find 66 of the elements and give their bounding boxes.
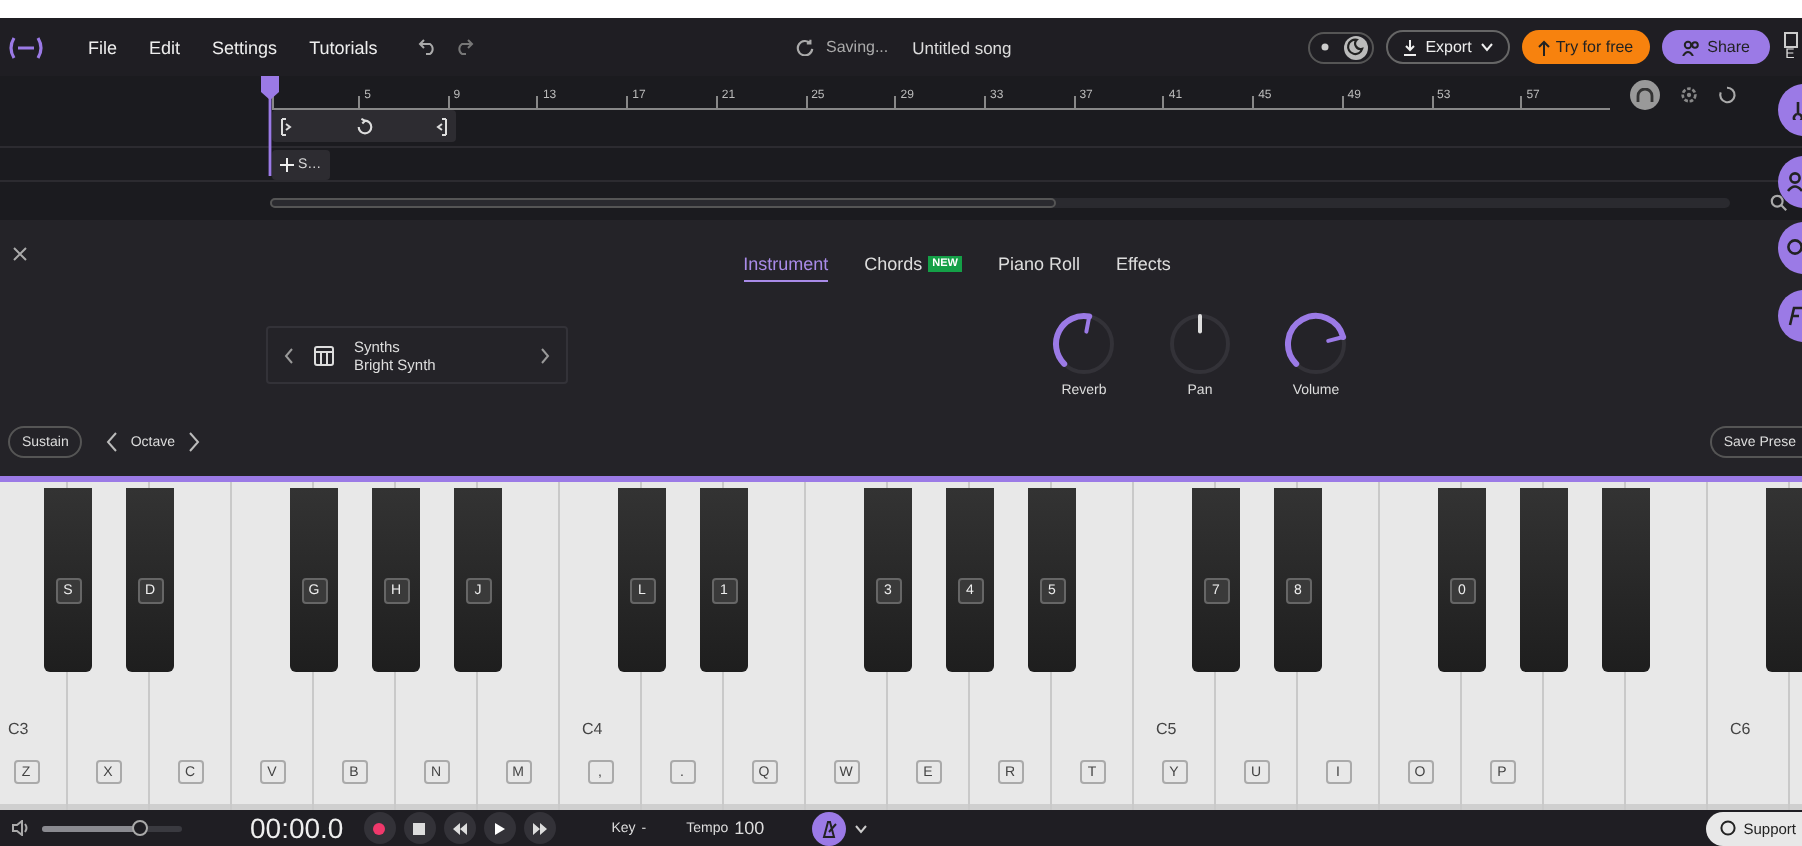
note-label: C5 xyxy=(1156,720,1177,738)
time-display: 00:00.0 xyxy=(250,812,344,844)
people-icon xyxy=(1681,39,1700,55)
export-button[interactable]: Export xyxy=(1385,30,1510,64)
logo-icon[interactable] xyxy=(8,35,44,59)
chevron-left-icon[interactable] xyxy=(106,432,119,452)
loop-end-icon[interactable] xyxy=(436,117,448,135)
metronome-icon xyxy=(820,819,839,837)
chevron-left-icon[interactable] xyxy=(284,347,294,363)
tab[interactable]: Instrument xyxy=(743,254,829,282)
sync-icon xyxy=(796,38,814,56)
note-label: C4 xyxy=(582,720,603,738)
stop-icon xyxy=(412,821,427,835)
try-for-free-button[interactable]: Try for free xyxy=(1521,30,1650,64)
rewind-button[interactable] xyxy=(443,812,476,844)
sun-icon[interactable] xyxy=(1318,40,1333,54)
headphones-icon[interactable] xyxy=(1630,80,1660,110)
menu-item[interactable]: Settings xyxy=(196,37,294,57)
stop-button[interactable] xyxy=(403,812,436,844)
loop-icon[interactable] xyxy=(1718,86,1736,104)
metronome-button[interactable] xyxy=(812,811,847,845)
undo-icon[interactable] xyxy=(417,38,438,56)
loop-region[interactable] xyxy=(272,110,456,142)
panel-icon[interactable] xyxy=(1783,32,1797,48)
plus-icon xyxy=(280,157,294,171)
scrollbar[interactable] xyxy=(270,197,1730,207)
note-label: C3 xyxy=(8,720,29,738)
caret-icon xyxy=(1479,42,1494,52)
chevron-right-icon[interactable] xyxy=(187,432,200,452)
person-icon xyxy=(1786,172,1802,192)
moon-icon[interactable] xyxy=(1346,38,1365,56)
menu-item[interactable]: Edit xyxy=(133,37,197,57)
fast-forward-icon xyxy=(531,821,548,835)
record-icon xyxy=(372,821,387,835)
keyboard-icon xyxy=(314,345,334,365)
note-label: C6 xyxy=(1730,720,1751,738)
knob[interactable] xyxy=(1050,310,1118,378)
tempo-value[interactable]: 100 xyxy=(734,818,765,838)
menu-item[interactable]: File xyxy=(72,37,134,57)
menu-item[interactable]: Tutorials xyxy=(293,37,394,57)
knob[interactable] xyxy=(1282,310,1350,378)
volume-slider[interactable] xyxy=(42,825,182,831)
play-button[interactable] xyxy=(483,812,516,844)
letter-f-icon xyxy=(1786,306,1802,326)
tab[interactable]: Effects xyxy=(1116,254,1171,282)
tab[interactable]: Piano Roll xyxy=(998,254,1081,282)
song-title[interactable]: Untitled song xyxy=(912,37,1012,57)
caret-icon[interactable] xyxy=(854,823,869,833)
speaker-icon[interactable] xyxy=(12,820,30,836)
rewind-icon xyxy=(451,821,468,835)
record-button[interactable] xyxy=(363,812,396,844)
theme-toggle[interactable] xyxy=(1307,31,1374,63)
zoom-icon[interactable] xyxy=(1770,193,1788,211)
saving-status: Saving... xyxy=(826,38,889,56)
upload-icon xyxy=(1537,39,1550,55)
chevron-right-icon[interactable] xyxy=(540,347,550,363)
help-icon xyxy=(1719,820,1736,836)
close-icon[interactable] xyxy=(12,246,28,262)
play-icon xyxy=(493,821,506,835)
settings-icon[interactable] xyxy=(1680,86,1698,104)
loop-start-icon[interactable] xyxy=(280,117,292,135)
playhead[interactable] xyxy=(260,76,280,176)
redo-icon[interactable] xyxy=(453,38,474,56)
share-button[interactable]: Share xyxy=(1661,30,1770,64)
download-icon xyxy=(1401,39,1418,55)
fast-forward-button[interactable] xyxy=(523,812,556,844)
